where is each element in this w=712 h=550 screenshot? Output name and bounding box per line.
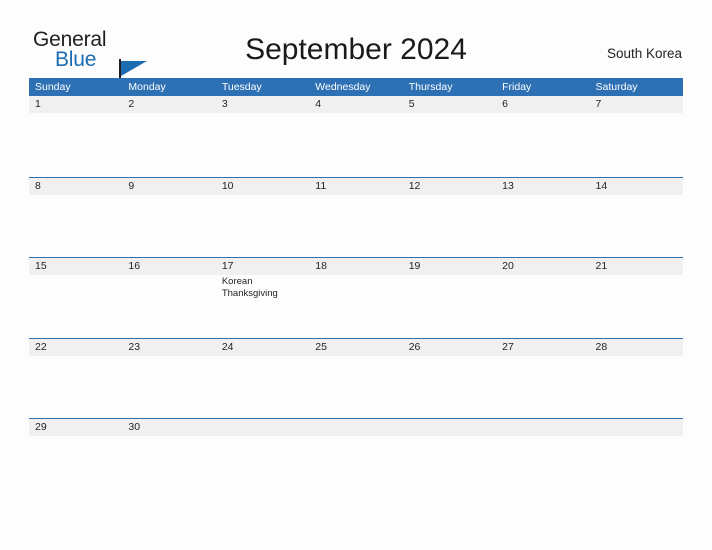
weeks-container: 1 2 3 4 5 6 7 8 9 10 11 12 13 14 15 16 17 Korean Thanksgi… bbox=[29, 96, 683, 499]
day-number: 18 bbox=[315, 260, 327, 272]
page-title: September 2024 bbox=[245, 33, 467, 66]
day-of-week-header: Sunday Monday Tuesday Wednesday Thursday Frid… bbox=[29, 78, 683, 96]
day-number: 30 bbox=[128, 421, 141, 433]
day-cell[interactable]: 24 bbox=[216, 339, 309, 420]
dow-header-thursday: Thursday bbox=[408, 81, 453, 93]
day-cell[interactable]: 19 bbox=[403, 258, 496, 339]
day-cell[interactable]: 16 bbox=[122, 258, 215, 339]
day-number: 7 bbox=[595, 98, 602, 110]
day-number: 14 bbox=[595, 179, 608, 192]
day-number: 15 bbox=[35, 260, 47, 272]
week-cells: 15 16 17 Korean Thanksgiving 18 19 20 21 bbox=[29, 258, 683, 339]
day-number: 27 bbox=[502, 340, 514, 353]
page-header: General Blue September 2024 South Korea bbox=[0, 0, 712, 79]
day-cell[interactable]: 18 bbox=[309, 258, 402, 339]
day-number: 8 bbox=[35, 179, 41, 192]
day-cell[interactable]: 17 Korean Thanksgiving bbox=[216, 258, 309, 339]
day-cell-empty bbox=[216, 419, 309, 500]
week-row: 15 16 17 Korean Thanksgiving 18 19 20 21 bbox=[29, 257, 683, 338]
week-cells: 29 30 bbox=[29, 419, 683, 500]
day-cell[interactable]: 7 bbox=[590, 96, 683, 177]
week-cells: 8 9 10 11 12 13 14 bbox=[29, 178, 683, 259]
week-row: 8 9 10 11 12 13 14 bbox=[29, 176, 683, 259]
calendar-grid: Sunday Monday Tuesday Wednesday Thursday Frid… bbox=[29, 78, 683, 499]
day-cell[interactable]: 13 bbox=[496, 178, 589, 259]
day-number: 23 bbox=[128, 340, 141, 353]
day-cell[interactable]: 25 bbox=[309, 339, 402, 420]
day-cell-empty bbox=[496, 419, 589, 500]
day-cell[interactable]: 22 bbox=[29, 339, 122, 420]
day-number: 25 bbox=[315, 340, 327, 353]
day-number: 19 bbox=[408, 260, 421, 272]
day-number: 16 bbox=[128, 260, 141, 272]
day-cell[interactable]: 3 bbox=[216, 96, 309, 177]
day-cell[interactable]: 6 bbox=[496, 96, 589, 177]
day-cell[interactable]: 28 bbox=[590, 339, 683, 420]
day-cell[interactable]: 21 bbox=[590, 258, 683, 339]
day-number: 29 bbox=[35, 421, 47, 433]
day-cell-empty bbox=[309, 419, 402, 500]
dow-header-sunday: Sunday bbox=[35, 81, 71, 93]
day-cell[interactable]: 20 bbox=[496, 258, 589, 339]
day-number: 3 bbox=[221, 98, 228, 110]
day-number: 21 bbox=[595, 260, 608, 272]
event-label: Korean Thanksgiving bbox=[221, 276, 278, 299]
week-row: 29 30 bbox=[29, 418, 683, 499]
day-cell[interactable]: 30 bbox=[122, 419, 215, 500]
day-cell[interactable]: 9 bbox=[122, 178, 215, 259]
day-cell-empty bbox=[403, 419, 496, 500]
day-cell[interactable]: 23 bbox=[122, 339, 215, 420]
day-cell[interactable]: 14 bbox=[590, 178, 683, 259]
week-row: 22 23 24 25 26 27 28 bbox=[29, 337, 683, 420]
day-number: 22 bbox=[35, 340, 47, 353]
dow-header-tuesday: Tuesday bbox=[221, 81, 262, 93]
day-cell-empty bbox=[590, 419, 683, 500]
day-number: 13 bbox=[502, 179, 514, 192]
day-cell[interactable]: 8 bbox=[29, 178, 122, 259]
week-row: 1 2 3 4 5 6 7 bbox=[29, 96, 683, 177]
day-number: 17 bbox=[221, 260, 234, 272]
day-number: 26 bbox=[408, 340, 421, 353]
dow-header-monday: Monday bbox=[128, 81, 166, 93]
day-cell[interactable]: 15 bbox=[29, 258, 122, 339]
day-events: Korean Thanksgiving bbox=[222, 276, 305, 300]
day-number: 2 bbox=[128, 98, 135, 110]
day-number: 28 bbox=[595, 340, 608, 353]
day-number: 1 bbox=[35, 98, 41, 110]
day-number: 11 bbox=[315, 179, 327, 192]
day-cell[interactable]: 2 bbox=[122, 96, 215, 177]
day-cell[interactable]: 26 bbox=[403, 339, 496, 420]
week-cells: 1 2 3 4 5 6 7 bbox=[29, 96, 683, 177]
dow-header-saturday: Saturday bbox=[595, 81, 638, 93]
dow-header-wednesday: Wednesday bbox=[315, 81, 371, 93]
region-label: South Korea bbox=[606, 46, 682, 61]
day-cell[interactable]: 1 bbox=[29, 96, 122, 177]
day-number: 12 bbox=[408, 179, 421, 192]
day-cell[interactable]: 4 bbox=[309, 96, 402, 177]
day-number: 9 bbox=[128, 179, 135, 192]
day-number: 4 bbox=[315, 98, 322, 110]
week-cells: 22 23 24 25 26 27 28 bbox=[29, 339, 683, 420]
day-cell[interactable]: 5 bbox=[403, 96, 496, 177]
day-number: 24 bbox=[221, 340, 234, 353]
dow-header-friday: Friday bbox=[502, 81, 532, 93]
day-cell[interactable]: 10 bbox=[216, 178, 309, 259]
day-number: 6 bbox=[502, 98, 508, 110]
day-cell[interactable]: 11 bbox=[309, 178, 402, 259]
day-cell[interactable]: 29 bbox=[29, 419, 122, 500]
day-number: 5 bbox=[408, 98, 415, 110]
day-number: 10 bbox=[221, 179, 234, 192]
day-cell[interactable]: 12 bbox=[403, 178, 496, 259]
day-number: 20 bbox=[502, 260, 514, 272]
day-cell[interactable]: 27 bbox=[496, 339, 589, 420]
